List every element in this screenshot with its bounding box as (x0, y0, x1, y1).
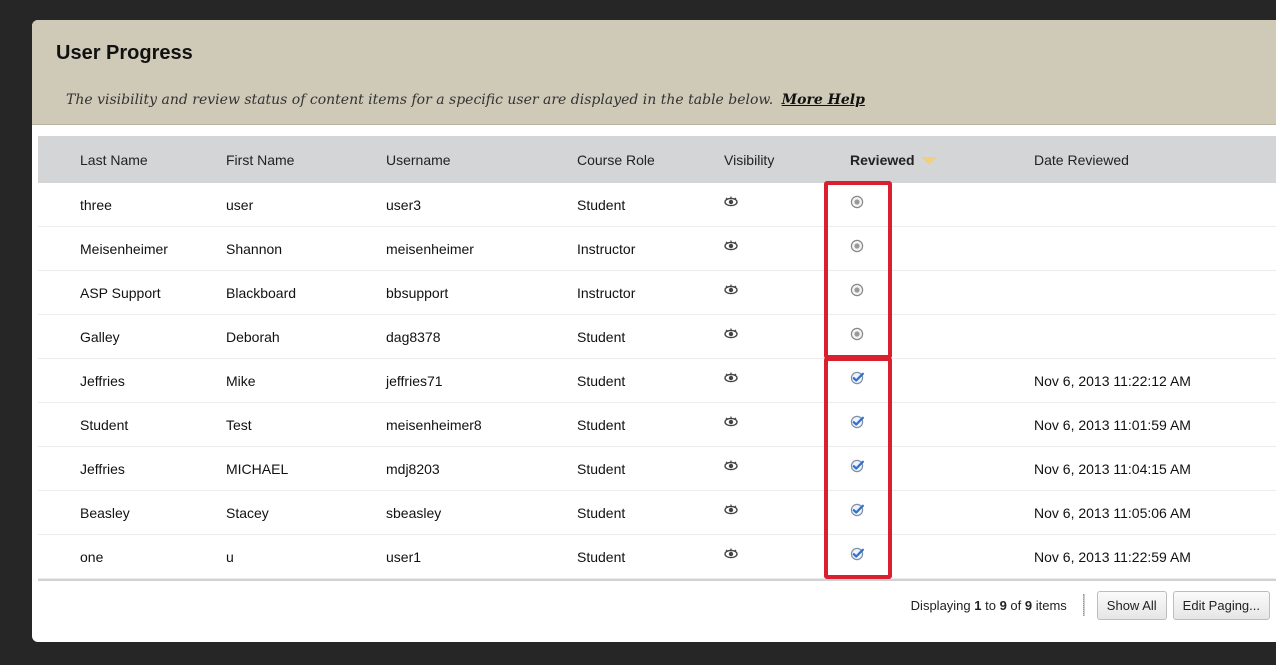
eye-icon (724, 283, 738, 299)
paging-to: 9 (999, 597, 1007, 613)
cell-first-name: u (226, 549, 234, 565)
paging-status: Displaying 1 to 9 of 9 items (911, 598, 1067, 613)
paging-of-label: of (1006, 597, 1025, 613)
cell-role: Instructor (577, 285, 636, 301)
user-progress-table: Last Name First Name Username Course Rol… (38, 136, 1276, 625)
cell-username: meisenheimer8 (386, 417, 482, 433)
cell-first-name: Deborah (226, 329, 280, 345)
cell-username: sbeasley (386, 505, 442, 521)
column-header-course-role[interactable]: Course Role (577, 152, 655, 168)
cell-last-name: three (80, 197, 112, 213)
cell-username: bbsupport (386, 285, 449, 301)
cell-username: jeffries71 (386, 373, 443, 389)
cell-first-name: MICHAEL (226, 461, 289, 477)
cell-first-name: Stacey (226, 505, 269, 521)
cell-last-name: Meisenheimer (80, 241, 168, 257)
column-header-visibility[interactable]: Visibility (724, 152, 774, 168)
cell-last-name: ASP Support (80, 285, 161, 301)
table-row: Beasley Stacey sbeasley Student Nov 6, 2013 … (38, 491, 1276, 535)
paging-controls: Displaying 1 to 9 of 9 items Show All Ed… (911, 589, 1276, 621)
table-row: Student Test meisenheimer8 Student Nov 6, 20… (38, 403, 1276, 447)
description-text: The visibility and review status of cont… (66, 92, 774, 108)
eye-icon (724, 371, 738, 387)
cell-last-name: Jeffries (80, 461, 125, 477)
cell-role: Student (577, 549, 626, 565)
show-all-button[interactable]: Show All (1096, 590, 1167, 620)
column-header-first-name[interactable]: First Name (226, 152, 294, 168)
column-header-date-reviewed[interactable]: Date Reviewed (1034, 152, 1129, 168)
cell-role: Student (577, 373, 626, 389)
table-row: ASP Support Blackboard bbsupport Instructor (38, 271, 1276, 315)
paging-prefix: Displaying (910, 597, 975, 613)
edit-paging-button[interactable]: Edit Paging... (1172, 590, 1270, 620)
cell-username: mdj8203 (386, 461, 440, 477)
cell-first-name: Mike (226, 373, 256, 389)
eye-icon (724, 195, 738, 211)
eye-icon (724, 503, 738, 519)
column-header-last-name[interactable]: Last Name (80, 152, 148, 168)
not-reviewed-highlight-box (824, 181, 892, 359)
table-row: Jeffries MICHAEL mdj8203 Student Nov 6, 2013… (38, 447, 1276, 491)
cell-username: user1 (386, 549, 422, 565)
cell-date-reviewed: Nov 6, 2013 11:04:15 AM (1034, 461, 1191, 477)
cell-first-name: user (226, 197, 254, 213)
cell-last-name: Jeffries (80, 373, 125, 389)
cell-role: Student (577, 197, 626, 213)
cell-date-reviewed: Nov 6, 2013 11:05:06 AM (1034, 505, 1191, 521)
cell-last-name: Beasley (80, 505, 130, 521)
cell-last-name: one (80, 549, 104, 565)
cell-role: Student (577, 329, 626, 345)
eye-icon (724, 415, 738, 431)
table-body: three user user3 Student Meisenheimer Shannon… (38, 183, 1276, 579)
cell-date-reviewed: Nov 6, 2013 11:01:59 AM (1034, 417, 1191, 433)
more-help-link[interactable]: More Help (782, 92, 865, 108)
table-row: Galley Deborah dag8378 Student (38, 315, 1276, 359)
cell-username: meisenheimer (386, 241, 474, 257)
eye-icon (724, 327, 738, 343)
cell-date-reviewed: Nov 6, 2013 11:22:12 AM (1034, 373, 1191, 389)
reviewed-highlight-box (824, 357, 892, 579)
cell-first-name: Shannon (226, 241, 283, 257)
eye-icon (724, 547, 738, 563)
paging-suffix: items (1032, 597, 1067, 613)
paging-to-label: to (981, 597, 1000, 613)
cell-first-name: Test (226, 417, 252, 433)
cell-role: Student (577, 417, 626, 433)
cell-role: Student (577, 461, 626, 477)
column-header-username[interactable]: Username (386, 152, 451, 168)
paging-from: 1 (974, 597, 982, 613)
cell-role: Student (577, 505, 626, 521)
page-header: User Progress The visibility and review … (32, 20, 1276, 125)
table-row: one u user1 Student Nov 6, 2013 11:22:59 AM (38, 535, 1276, 579)
eye-icon (724, 459, 738, 475)
cell-last-name: Galley (80, 329, 120, 345)
reviewed-header-label: Reviewed (850, 152, 915, 168)
user-progress-panel: User Progress The visibility and review … (32, 20, 1276, 642)
eye-icon (724, 239, 738, 255)
cell-first-name: Blackboard (226, 285, 297, 301)
cell-username: dag8378 (386, 329, 441, 345)
page-title: User Progress (56, 42, 193, 64)
sort-down-icon (920, 157, 937, 166)
column-header-reviewed[interactable]: Reviewed (850, 152, 937, 168)
table-row: Meisenheimer Shannon meisenheimer Instructo… (38, 227, 1276, 271)
cell-username: user3 (386, 197, 422, 213)
paging-separator (1082, 594, 1085, 616)
table-footer: Displaying 1 to 9 of 9 items Show All Ed… (38, 581, 1276, 625)
table-row: Jeffries Mike jeffries71 Student Nov 6, 2013… (38, 359, 1276, 403)
cell-date-reviewed: Nov 6, 2013 11:22:59 AM (1034, 549, 1191, 565)
page-description: The visibility and review status of cont… (66, 92, 865, 108)
table-header: Last Name First Name Username Course Rol… (38, 136, 1276, 183)
cell-last-name: Student (80, 417, 129, 433)
cell-role: Instructor (577, 241, 636, 257)
table-row: three user user3 Student (38, 183, 1276, 227)
